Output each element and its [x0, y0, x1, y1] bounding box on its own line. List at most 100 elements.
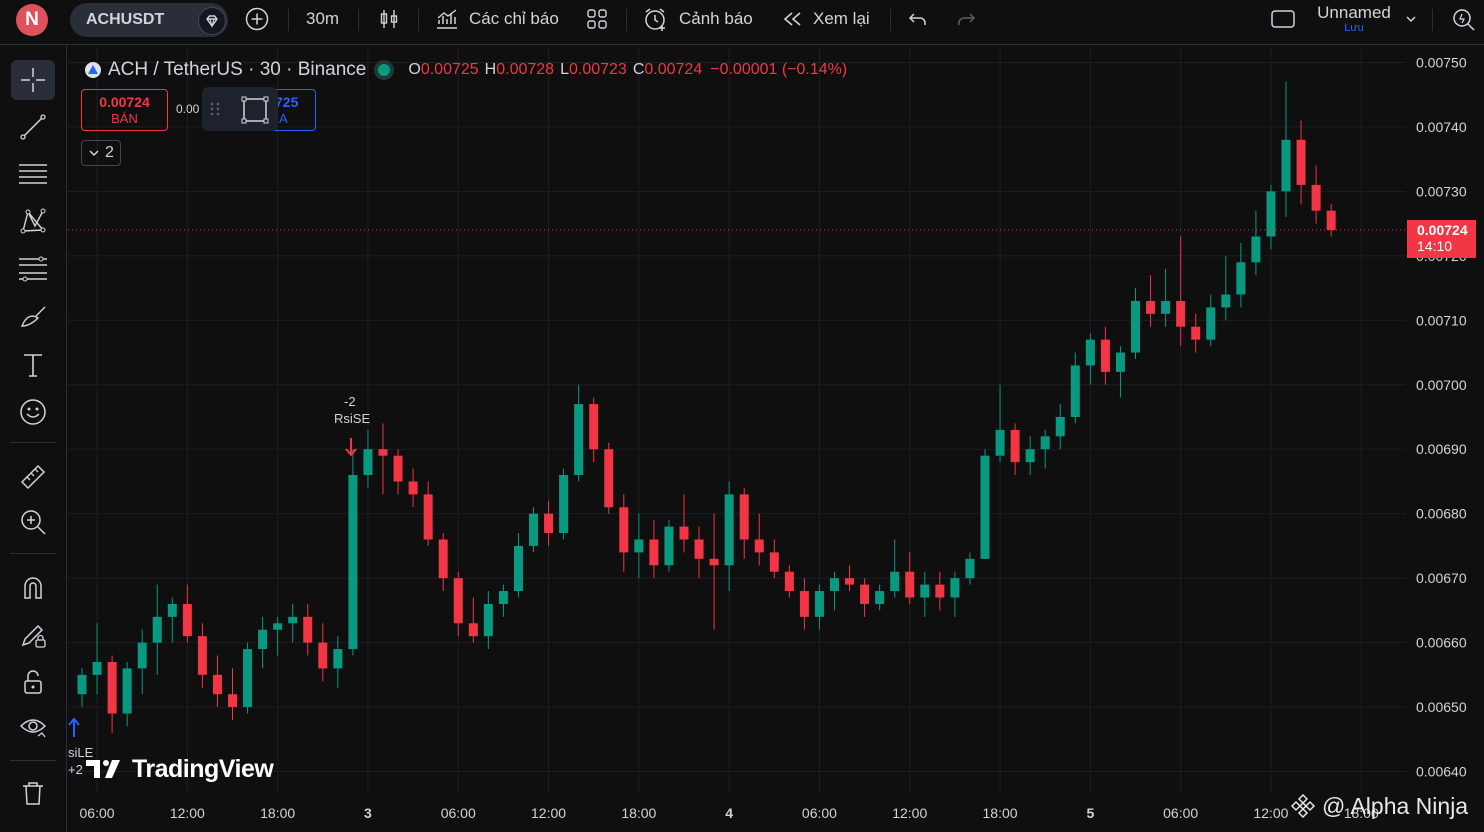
alerts-button[interactable]: Cảnh báo — [643, 0, 753, 38]
candle-body — [1055, 417, 1065, 437]
candle-body — [1146, 300, 1156, 314]
rectangle-select-icon[interactable] — [240, 95, 270, 125]
sell-signal-name: RsiSE — [334, 411, 371, 426]
divider — [10, 553, 56, 554]
candle-body — [483, 603, 493, 637]
crosshair-icon[interactable] — [11, 60, 55, 100]
replay-label: Xem lại — [813, 9, 870, 28]
layout-name-button[interactable]: Unnamed Lưu — [1314, 3, 1394, 34]
candle-body — [318, 642, 328, 669]
sell-button[interactable]: 0.00724 BÁN — [81, 89, 168, 131]
time-tick-label: 12:00 — [170, 805, 205, 821]
indicators-icon — [437, 9, 457, 29]
time-axis[interactable]: 06:00 12:00 18:00 3 06:00 12:00 18:00 4 06:00 12:… — [68, 795, 1406, 832]
user-avatar[interactable]: N — [16, 4, 48, 36]
undo-icon[interactable] — [906, 0, 930, 38]
market-open-icon — [378, 64, 391, 76]
interval-button[interactable]: 30m — [306, 0, 339, 38]
chevron-down-icon[interactable] — [1404, 0, 1418, 38]
unlock-icon[interactable] — [11, 662, 55, 702]
emoji-icon[interactable] — [11, 392, 55, 432]
drag-handle-icon[interactable] — [210, 101, 220, 117]
diamond-icon[interactable] — [198, 7, 226, 35]
candle-body — [243, 649, 253, 708]
redo-icon[interactable] — [954, 0, 978, 38]
watermark-text: @ Alpha Ninja — [1322, 792, 1469, 819]
quick-search-icon[interactable] — [1450, 0, 1476, 38]
replay-button[interactable]: Xem lại — [781, 0, 870, 38]
price-axis[interactable]: 0.007500.007400.007300.007200.007100.007… — [1406, 48, 1484, 793]
layout-select-icon[interactable] — [1270, 0, 1296, 38]
tradingview-logo[interactable]: TradingView — [86, 754, 274, 784]
fib-retracement-icon[interactable] — [11, 249, 55, 289]
time-tick-label: 06:00 — [1163, 805, 1198, 821]
indicators-button[interactable]: Các chỉ báo — [434, 0, 559, 38]
candle-body — [423, 494, 433, 540]
pattern-icon[interactable] — [11, 201, 55, 241]
watermark: @ Alpha Ninja — [1290, 790, 1468, 822]
sell-price: 0.00724 — [99, 94, 150, 110]
layout-name: Unnamed — [1317, 3, 1391, 22]
candle-body — [890, 571, 900, 592]
candle-type-icon[interactable] — [377, 0, 401, 38]
candle-body — [529, 513, 538, 546]
save-status: Lưu — [1344, 22, 1364, 34]
eye-visibility-icon[interactable] — [11, 706, 55, 746]
divider — [10, 442, 56, 443]
magnet-icon[interactable] — [11, 567, 55, 607]
candle-body — [408, 481, 418, 495]
sell-signal-count: -2 — [344, 394, 356, 409]
top-toolbar: N ACHUSDT 30m Các chỉ báo Cảnh báo Xem l… — [0, 0, 1484, 45]
time-tick-label: 06:00 — [802, 805, 837, 821]
ruler-icon[interactable] — [11, 457, 55, 497]
candle-body — [860, 584, 870, 604]
candle-body — [1191, 326, 1201, 340]
divider — [418, 9, 419, 31]
candle-body — [1085, 339, 1095, 366]
candle-body — [212, 674, 222, 695]
compare-plus-icon[interactable] — [244, 0, 270, 38]
candle-body — [1070, 365, 1080, 417]
symbol-search[interactable]: ACHUSDT — [70, 3, 228, 37]
tradingview-wordmark: TradingView — [132, 754, 274, 783]
price-tick-label: 0.00750 — [1416, 54, 1467, 70]
collapse-indicators-button[interactable]: 2 — [81, 140, 121, 166]
symbol-title[interactable]: ACH / TetherUS · 30 · Binance — [108, 59, 366, 81]
binance-diamond-icon — [1290, 793, 1316, 819]
candlestick-chart[interactable] — [68, 48, 1406, 793]
indicators-label: Các chỉ báo — [469, 9, 559, 28]
trend-line-icon[interactable] — [11, 107, 55, 147]
candle-body — [137, 642, 147, 669]
trash-icon[interactable] — [11, 773, 55, 813]
templates-grid-icon[interactable] — [585, 0, 609, 38]
low-label: L — [560, 61, 569, 78]
horizontal-lines-icon[interactable] — [11, 154, 55, 194]
candle-body — [107, 661, 117, 714]
divider — [626, 9, 627, 31]
zoom-in-icon[interactable] — [11, 502, 55, 542]
candle-body — [333, 649, 343, 669]
current-price-label: 0.00724 14:10 — [1407, 220, 1476, 259]
candle-body — [769, 552, 779, 572]
candle-body — [784, 571, 794, 592]
candle-body — [604, 449, 614, 508]
candle-body — [709, 558, 719, 566]
brush-icon[interactable] — [11, 297, 55, 337]
candle-body — [228, 694, 237, 708]
text-tool-icon[interactable] — [11, 345, 55, 385]
lock-drawing-pencil-icon[interactable] — [11, 615, 55, 655]
divider — [1432, 9, 1433, 31]
candle-body — [348, 475, 358, 650]
sell-label: BÁN — [111, 111, 138, 126]
chart-legend: ACH / TetherUS · 30 · Binance O 0.00725 H… — [84, 58, 847, 82]
candle-body — [1281, 139, 1291, 192]
alerts-label: Cảnh báo — [679, 9, 753, 28]
candle-body — [589, 404, 599, 450]
candle-body — [468, 623, 478, 637]
candle-body — [1025, 449, 1035, 463]
candle-body — [1176, 300, 1186, 327]
price-tick-label: 0.00640 — [1416, 764, 1467, 780]
symbol-name: ACHUSDT — [86, 11, 165, 28]
chevron-down-icon — [89, 150, 99, 157]
divider — [890, 9, 891, 31]
